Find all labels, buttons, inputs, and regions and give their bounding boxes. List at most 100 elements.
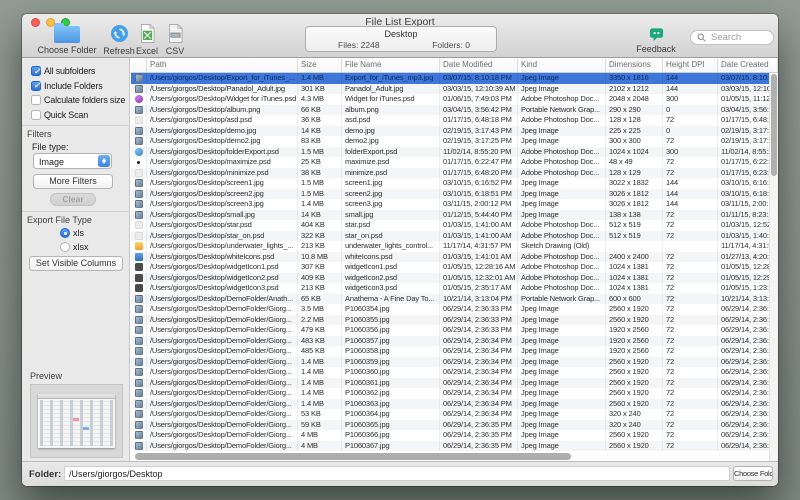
table-row[interactable]: /Users/giorgos/Desktop/screen2.jpg1.5 MB… [131, 189, 778, 200]
cell-date-modified: 06/29/14, 2:36:34 PM [440, 336, 518, 347]
column-header-path[interactable]: Path [147, 58, 298, 72]
cell-file-icon [131, 388, 147, 399]
cell-dimensions: 2560 x 1920 [606, 304, 663, 315]
cell-height-dpi: 72 [663, 315, 718, 326]
cell-kind: Jpeg Image [518, 84, 606, 95]
table-row[interactable]: /Users/giorgos/Desktop/Panadol_Adult.jpg… [131, 84, 778, 95]
cell-dimensions: 128 x 129 [606, 168, 663, 179]
table-row[interactable]: /Users/giorgos/Desktop/whiteIcons.psd10.… [131, 252, 778, 263]
faint-icon [135, 221, 143, 229]
column-header-size[interactable]: Size [298, 58, 342, 72]
cell-size: 1.4 MB [298, 357, 342, 368]
cell-kind: Jpeg Image [518, 441, 606, 452]
vertical-scrollbar-thumb[interactable] [771, 74, 777, 176]
table-row[interactable]: /Users/giorgos/Desktop/screen1.jpg1.5 MB… [131, 178, 778, 189]
table-row[interactable]: /Users/giorgos/Desktop/widgetIcon2.psd40… [131, 273, 778, 284]
folder-path-field[interactable] [64, 466, 730, 481]
horizontal-scrollbar-thumb[interactable] [135, 453, 571, 460]
search-input[interactable] [709, 31, 773, 44]
cell-file-name: star.psd [342, 220, 440, 231]
table-row[interactable]: /Users/giorgos/Desktop/DemoFolder/Giorg.… [131, 441, 778, 452]
table-row[interactable]: /Users/giorgos/Desktop/star.psd404 KBsta… [131, 220, 778, 231]
checkbox-all-subfolders[interactable]: All subfolders [31, 66, 95, 76]
table-row[interactable]: /Users/giorgos/Desktop/DemoFolder/Giorg.… [131, 357, 778, 368]
radio-xlsx[interactable]: xlsx [60, 242, 89, 252]
table-row[interactable]: /Users/giorgos/Desktop/folderExport.psd1… [131, 147, 778, 158]
vertical-scrollbar[interactable] [769, 73, 778, 461]
checkbox-include-folders[interactable]: Include Folders [31, 81, 103, 91]
more-filters-button[interactable]: More Filters [33, 174, 113, 189]
column-header-kind[interactable]: Kind [518, 58, 606, 72]
checkbox-quick-scan[interactable]: Quick Scan [31, 110, 88, 120]
cell-size: 4 MB [298, 441, 342, 452]
clear-filters-button[interactable]: Clear [50, 193, 96, 206]
table-row[interactable]: /Users/giorgos/Desktop/underwater_lights… [131, 241, 778, 252]
cell-size: 213 KB [298, 241, 342, 252]
column-header-date-modified[interactable]: Date Modified [440, 58, 518, 72]
table-row[interactable]: /Users/giorgos/Desktop/DemoFolder/Giorg.… [131, 420, 778, 431]
cell-height-dpi: 144 [663, 189, 718, 200]
table-row[interactable]: /Users/giorgos/Desktop/DemoFolder/Giorg.… [131, 346, 778, 357]
blue-circle-icon [135, 148, 143, 156]
column-header-file-name[interactable]: File Name [342, 58, 440, 72]
choose-folder-footer-button[interactable]: Choose Folder [733, 466, 773, 481]
column-header-dimensions[interactable]: Dimensions [606, 58, 663, 72]
column-header-date-created[interactable]: Date Created [718, 58, 778, 72]
folder-icon [54, 26, 80, 43]
choose-folder-toolbar-button[interactable]: Choose Folder [35, 24, 99, 55]
set-visible-columns-button[interactable]: Set Visible Columns [29, 256, 123, 271]
cell-path: /Users/giorgos/Desktop/whiteIcons.psd [147, 252, 298, 263]
table-row[interactable]: /Users/giorgos/Desktop/widgetIcon3.psd21… [131, 283, 778, 294]
cell-kind: Jpeg Image [518, 325, 606, 336]
table-row[interactable]: /Users/giorgos/Desktop/DemoFolder/Giorg.… [131, 304, 778, 315]
table-row[interactable]: /Users/giorgos/Desktop/Export_for_iTunes… [131, 73, 778, 84]
file-type-dropdown[interactable]: Image [33, 153, 112, 169]
table-row[interactable]: /Users/giorgos/Desktop/widgetIcon1.psd30… [131, 262, 778, 273]
table-row[interactable]: /Users/giorgos/Desktop/DemoFolder/Giorg.… [131, 336, 778, 347]
excel-file-icon [137, 24, 157, 44]
table-row[interactable]: /Users/giorgos/Desktop/DemoFolder/Giorg.… [131, 315, 778, 326]
table-row[interactable]: /Users/giorgos/Desktop/star_on.psd322 KB… [131, 231, 778, 242]
cell-height-dpi: 72 [663, 157, 718, 168]
column-header-height-dpi[interactable]: Height DPI [663, 58, 718, 72]
cell-size: 1.4 MB [298, 73, 342, 84]
cell-file-icon [131, 409, 147, 420]
cell-height-dpi: 144 [663, 73, 718, 84]
table-row[interactable]: /Users/giorgos/Desktop/demo2.jpg83 KBdem… [131, 136, 778, 147]
cell-file-name: P1060354.jpg [342, 304, 440, 315]
cell-kind: Jpeg Image [518, 367, 606, 378]
table-row[interactable]: /Users/giorgos/Desktop/album.png66 KBalb… [131, 105, 778, 116]
table-row[interactable]: /Users/giorgos/Desktop/DemoFolder/Giorg.… [131, 409, 778, 420]
cell-date-modified: 01/03/15, 1:41:01 AM [440, 252, 518, 263]
feedback-button[interactable]: Feedback [634, 24, 678, 54]
search-field[interactable] [690, 30, 774, 45]
table-row[interactable]: /Users/giorgos/Desktop/DemoFolder/Giorg.… [131, 378, 778, 389]
cell-path: /Users/giorgos/Desktop/minimize.psd [147, 168, 298, 179]
table-row[interactable]: /Users/giorgos/Desktop/screen3.jpg1.4 MB… [131, 199, 778, 210]
column-header-icon[interactable] [131, 58, 147, 72]
cell-file-icon [131, 252, 147, 263]
cell-file-icon [131, 262, 147, 273]
table-row[interactable]: /Users/giorgos/Desktop/DemoFolder/Giorg.… [131, 367, 778, 378]
checkbox-calculate-folders-size[interactable]: Calculate folders size [31, 95, 125, 105]
table-row[interactable]: /Users/giorgos/Desktop/asd.psd36 KBasd.p… [131, 115, 778, 126]
cell-date-modified: 06/29/14, 2:36:33 PM [440, 325, 518, 336]
table-row[interactable]: /Users/giorgos/Desktop/DemoFolder/Giorg.… [131, 399, 778, 410]
table-row[interactable]: /Users/giorgos/Desktop/DemoFolder/Anath.… [131, 294, 778, 305]
table-row[interactable]: /Users/giorgos/Desktop/Widget for iTunes… [131, 94, 778, 105]
cell-date-modified: 01/03/15, 1:41:00 AM [440, 231, 518, 242]
cell-height-dpi: 72 [663, 378, 718, 389]
desktop-background: File List Export Choose Folder Refresh [0, 0, 800, 500]
radio-xls[interactable]: xls [60, 228, 84, 238]
table-row[interactable]: /Users/giorgos/Desktop/DemoFolder/Giorg.… [131, 388, 778, 399]
csv-export-button[interactable]: CSV CSV [159, 24, 191, 56]
horizontal-scrollbar[interactable] [131, 452, 769, 461]
table-row[interactable]: /Users/giorgos/Desktop/DemoFolder/Giorg.… [131, 430, 778, 441]
table-row[interactable]: /Users/giorgos/Desktop/maximize.psd25 KB… [131, 157, 778, 168]
table-row[interactable]: /Users/giorgos/Desktop/small.jpg14 KBsma… [131, 210, 778, 221]
cell-kind: Adobe Photoshop Doc... [518, 157, 606, 168]
cell-file-icon [131, 157, 147, 168]
table-row[interactable]: /Users/giorgos/Desktop/minimize.psd38 KB… [131, 168, 778, 179]
table-row[interactable]: /Users/giorgos/Desktop/demo.jpg14 KBdemo… [131, 126, 778, 137]
table-row[interactable]: /Users/giorgos/Desktop/DemoFolder/Giorg.… [131, 325, 778, 336]
